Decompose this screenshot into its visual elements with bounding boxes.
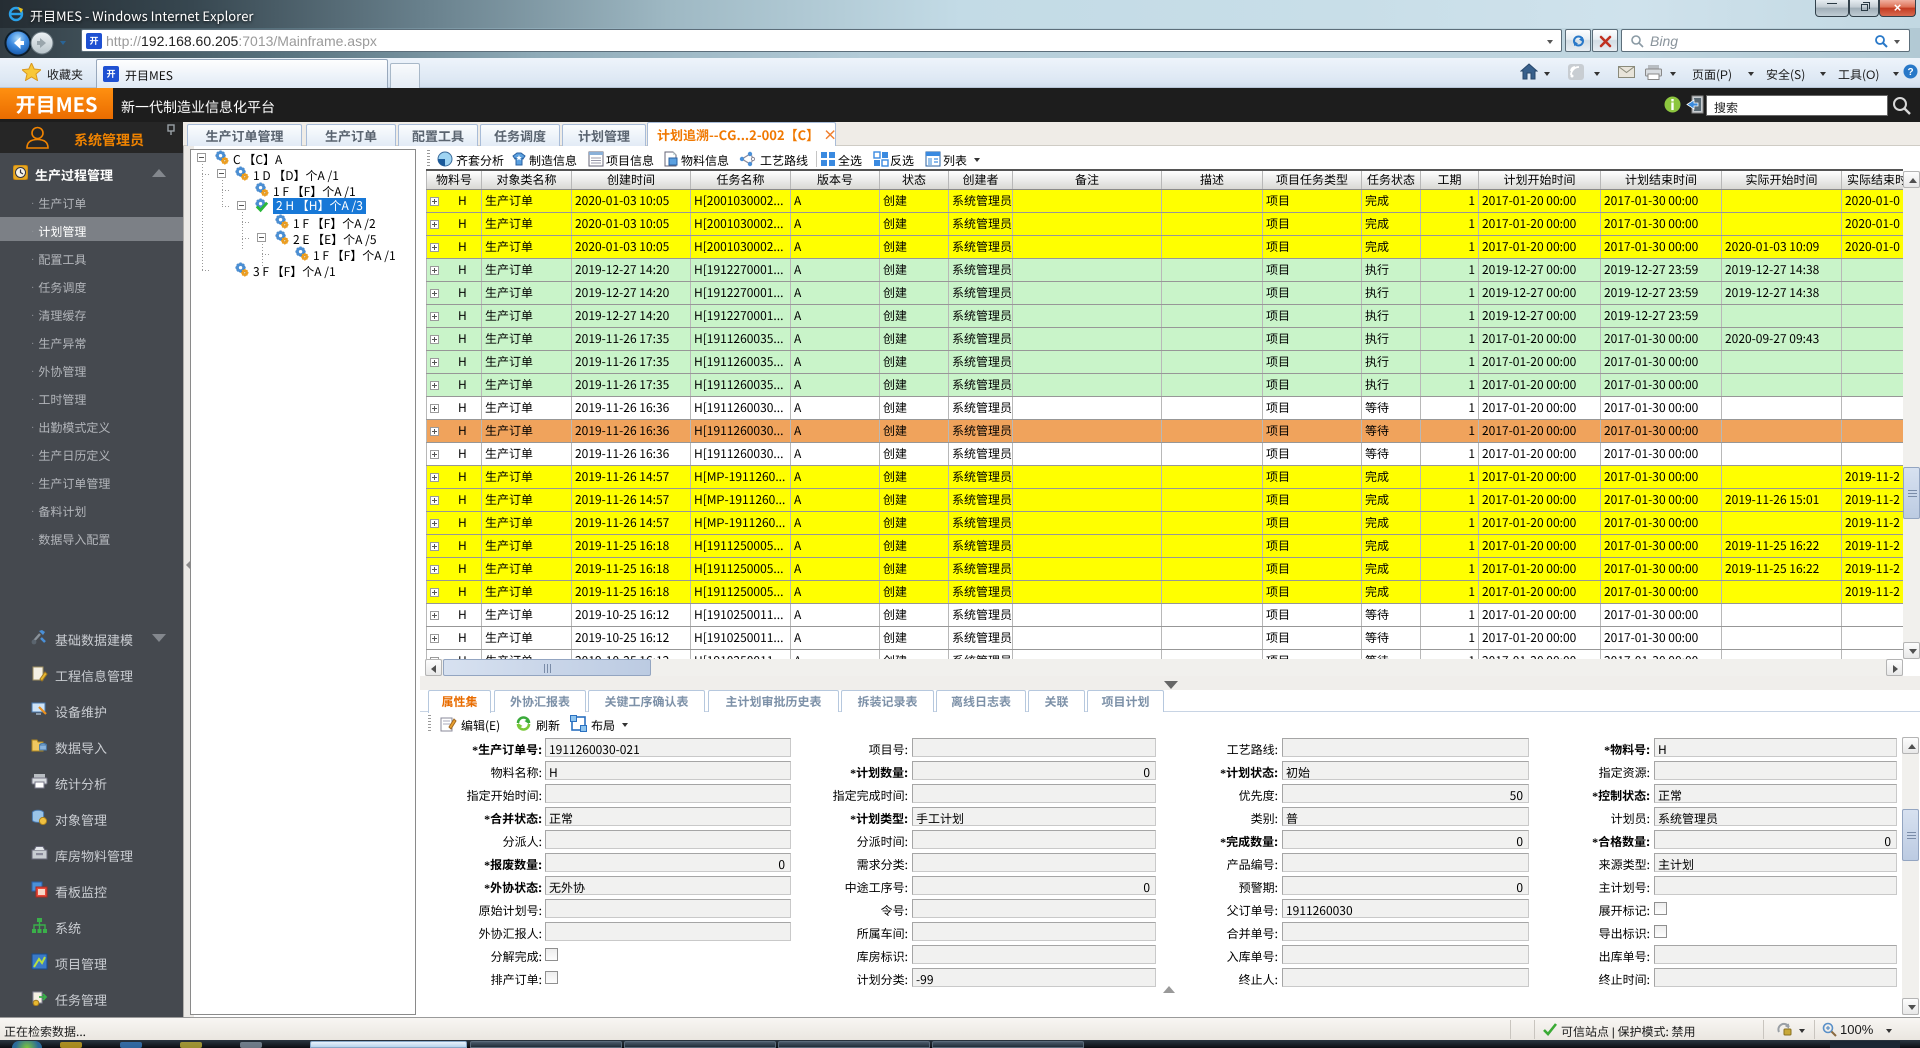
svg-text:?: ? bbox=[1907, 67, 1913, 78]
